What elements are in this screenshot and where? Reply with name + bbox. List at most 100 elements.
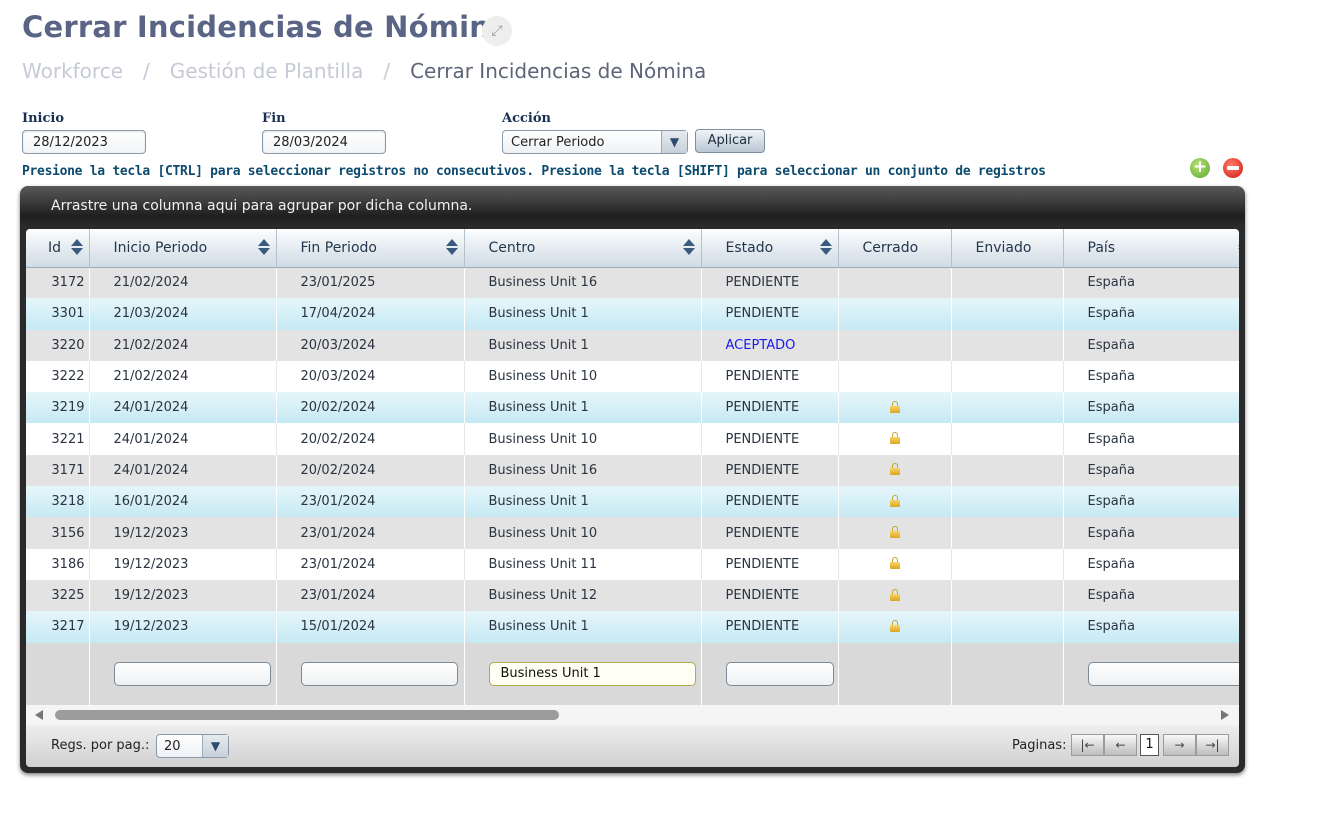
cell-enviado [951,486,1064,518]
breadcrumb-workforce[interactable]: Workforce [22,59,123,83]
column-header-enviado[interactable]: Enviado [951,229,1064,268]
cell-inicio-periodo: 16/01/2024 [89,486,277,518]
breadcrumb-gestion-plantilla[interactable]: Gestión de Plantilla [170,59,364,83]
expand-icon[interactable]: ⤢ [482,16,512,46]
lock-icon [889,400,900,413]
cell-fin-periodo: 23/01/2024 [276,517,465,549]
next-page-button[interactable]: → [1163,734,1196,756]
column-header-inicio-periodo[interactable]: Inicio Periodo [89,229,277,268]
data-grid: Arrastre una columna aqui para agrupar p… [20,186,1245,773]
scroll-left-icon[interactable] [35,710,43,720]
prev-page-button[interactable]: ← [1104,734,1137,756]
cell-enviado [951,329,1064,361]
column-header-id[interactable]: Id [26,229,90,268]
cell-centro: Business Unit 1 [464,298,702,330]
sort-icon[interactable] [257,238,270,256]
breadcrumb-current: Cerrar Incidencias de Nómina [410,59,707,83]
filter-inicio-input[interactable] [113,661,271,686]
cell-id: 3221 [26,423,90,455]
remove-icon[interactable] [1223,158,1243,178]
table-row[interactable]: 3171 24/01/2024 20/02/2024 Business Unit 16… [26,454,1239,487]
cell-enviado [951,298,1064,330]
cell-id: 3220 [26,329,90,361]
table-row[interactable]: 3172 21/02/2024 23/01/2025 Business Unit 16… [26,267,1239,299]
cell-centro: Business Unit 10 [464,517,702,549]
sort-icon[interactable] [70,238,83,256]
horizontal-scrollbar[interactable] [26,705,1239,725]
column-header-label: País [1087,239,1116,256]
cell-cerrado [838,267,952,299]
last-page-button[interactable]: →| [1196,734,1229,756]
per-page-select[interactable]: 20 ▼ [156,734,229,758]
filter-cell-inicio [89,642,277,705]
cell-cerrado [838,611,952,643]
sort-icon[interactable] [445,238,458,256]
table-row[interactable]: 3221 24/01/2024 20/02/2024 Business Unit 10… [26,423,1239,455]
column-header-pais[interactable]: País [1063,229,1239,268]
table-row[interactable]: 3218 16/01/2024 23/01/2024 Business Unit 1P… [26,486,1239,518]
column-header-estado[interactable]: Estado [701,229,839,268]
table-row[interactable]: 3186 19/12/2023 23/01/2024 Business Unit 11… [26,548,1239,580]
lock-icon [889,494,900,507]
table-row[interactable]: 3220 21/02/2024 20/03/2024 Business Unit 1A… [26,329,1239,361]
cell-id: 3222 [26,360,90,393]
cell-inicio-periodo: 21/03/2024 [89,298,277,330]
column-header-label: Inicio Periodo [113,239,208,256]
current-page-number[interactable]: 1 [1140,734,1159,756]
cell-estado: PENDIENTE [701,392,839,424]
cell-estado: PENDIENTE [701,423,839,455]
first-page-button[interactable]: |← [1071,734,1104,756]
column-header-fin-periodo[interactable]: Fin Periodo [276,229,465,268]
cell-cerrado [838,454,952,487]
fin-date-field[interactable]: 28/03/2024 [262,130,386,154]
cell-estado: PENDIENTE [701,611,839,643]
cell-enviado [951,548,1064,580]
sort-icon[interactable] [682,238,695,256]
accion-label: Acción [502,111,551,126]
filter-estado-input[interactable] [725,661,834,686]
lock-icon [889,557,900,570]
column-header-centro[interactable]: Centro [464,229,702,268]
filter-cell-fin [276,642,465,705]
inicio-date-field[interactable]: 28/12/2023 [22,130,146,154]
cell-enviado [951,392,1064,424]
per-page-value: 20 [164,739,181,754]
sort-icon[interactable] [819,238,832,256]
chevron-down-icon[interactable]: ▼ [202,735,228,757]
cell-pais: España [1063,360,1239,393]
filter-centro-input[interactable]: Business Unit 1 [488,661,696,686]
table-row[interactable]: 3301 21/03/2024 17/04/2024 Business Unit 1P… [26,298,1239,330]
chevron-down-icon[interactable]: ▼ [661,131,687,153]
cell-id: 3186 [26,548,90,580]
lock-icon [889,463,900,476]
table-row[interactable]: 3217 19/12/2023 15/01/2024 Business Unit 1P… [26,611,1239,643]
table-row[interactable]: 3219 24/01/2024 20/02/2024 Business Unit 1P… [26,392,1239,424]
cell-inicio-periodo: 19/12/2023 [89,611,277,643]
cell-estado: PENDIENTE [701,579,839,612]
cell-enviado [951,423,1064,455]
table-row[interactable]: 3156 19/12/2023 23/01/2024 Business Unit 10… [26,517,1239,549]
cell-cerrado [838,329,952,361]
apply-button[interactable]: Aplicar [695,129,765,153]
breadcrumb-separator: / [143,59,150,83]
lock-icon [889,526,900,539]
filter-fin-input[interactable] [300,661,458,686]
filter-cell-enviado [951,642,1064,705]
group-by-hint[interactable]: Arrastre una columna aqui para agrupar p… [51,198,472,214]
column-header-cerrado[interactable]: Cerrado [838,229,952,268]
scrollbar-thumb[interactable] [55,710,559,720]
column-header-label: Estado [725,239,774,256]
filter-pais-input[interactable] [1087,661,1239,686]
cell-cerrado [838,486,952,518]
cell-fin-periodo: 20/02/2024 [276,423,465,455]
table-row[interactable]: 3225 19/12/2023 23/01/2024 Business Unit 12… [26,579,1239,612]
grid-table: Id Inicio Periodo Fin Periodo Centro Est… [26,229,1239,705]
accion-select[interactable]: Cerrar Periodo ▼ [502,130,688,154]
sort-icon[interactable] [1237,238,1239,256]
lock-icon [889,432,900,445]
scroll-right-icon[interactable] [1221,710,1229,720]
cell-fin-periodo: 20/02/2024 [276,454,465,487]
table-row[interactable]: 3222 21/02/2024 20/03/2024 Business Unit 10… [26,360,1239,393]
add-icon[interactable]: + [1190,158,1210,178]
filter-cell-pais [1063,642,1239,705]
